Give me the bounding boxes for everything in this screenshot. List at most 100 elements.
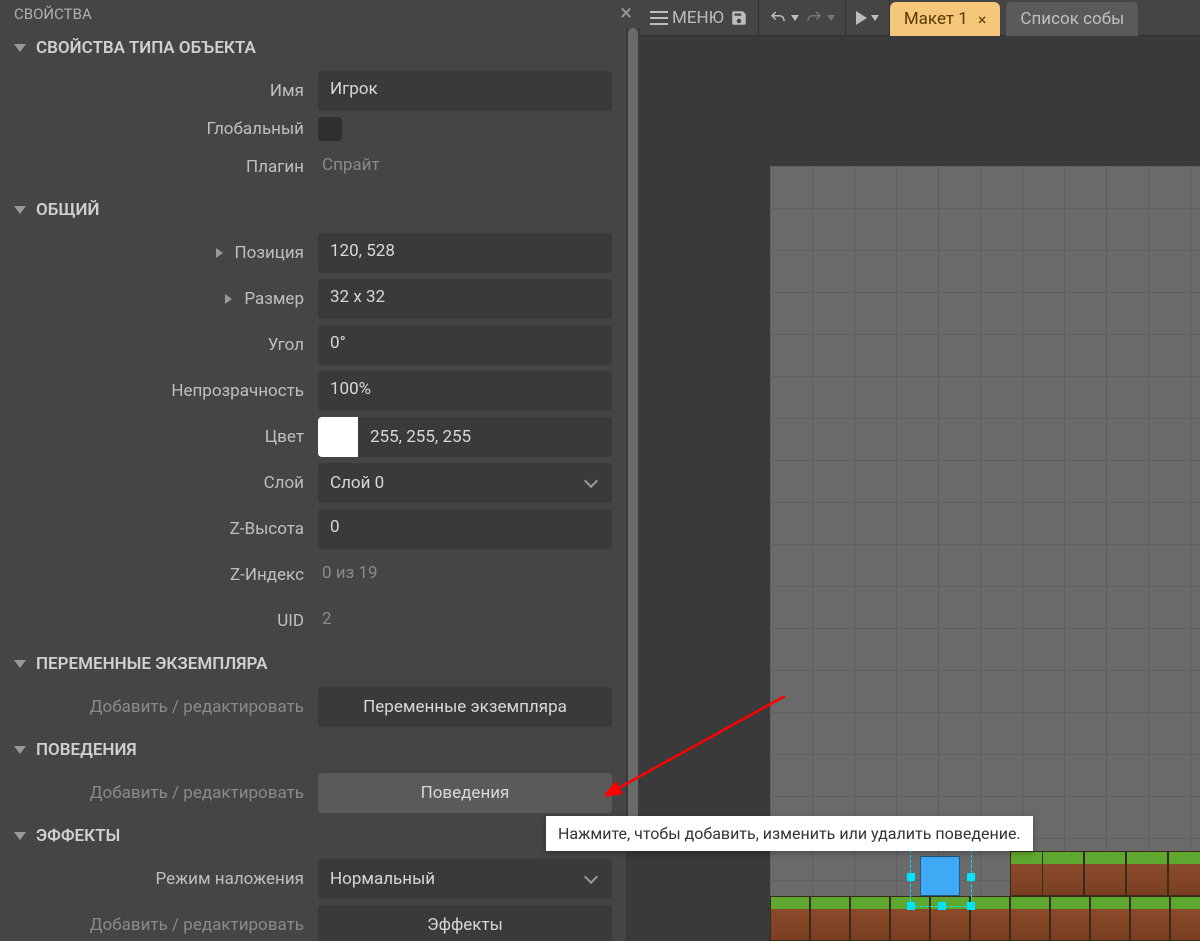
layout-canvas[interactable] (640, 36, 1200, 941)
resize-handle[interactable] (967, 873, 975, 881)
selection-box[interactable] (910, 845, 972, 907)
section-title: ПОВЕДЕНИЯ (36, 740, 137, 760)
panel-header: СВОЙСТВА × (0, 0, 640, 28)
label-layer: Слой (264, 473, 304, 493)
section-object-type[interactable]: СВОЙСТВА ТИПА ОБЪЕКТА (0, 28, 626, 68)
label-uid: UID (277, 611, 304, 631)
label-name: Имя (270, 81, 304, 101)
select-blend-value: Нормальный (330, 869, 435, 889)
chevron-down-icon (14, 44, 26, 52)
redo-icon (805, 9, 823, 27)
play-button[interactable] (856, 11, 879, 25)
input-name[interactable]: Игрок (318, 71, 612, 111)
section-behaviors[interactable]: ПОВЕДЕНИЯ (0, 730, 626, 770)
section-title: ПЕРЕМЕННЫЕ ЭКЗЕМПЛЯРА (36, 654, 267, 674)
label-addedit-vars: Добавить / редактировать (90, 697, 304, 717)
value-plugin: Спрайт (318, 147, 612, 187)
scrollbar-track[interactable] (626, 28, 640, 941)
hamburger-icon (650, 11, 668, 25)
tooltip-behaviors: Нажмите, чтобы добавить, изменить или уд… (546, 816, 1033, 851)
label-position: Позиция (235, 243, 305, 263)
color-value[interactable]: 255, 255, 255 (358, 417, 612, 457)
section-effects[interactable]: ЭФФЕКТЫ (0, 816, 626, 856)
chevron-down-icon (14, 746, 26, 754)
panel-title: СВОЙСТВА (14, 5, 92, 23)
ground-tiles[interactable] (770, 896, 1200, 941)
label-plugin: Плагин (246, 157, 304, 177)
tab-event-sheet[interactable]: Список собы (1006, 2, 1138, 36)
label-size: Размер (244, 289, 304, 309)
section-title: СВОЙСТВА ТИПА ОБЪЕКТА (36, 38, 256, 58)
tile[interactable] (1050, 896, 1090, 941)
label-global: Глобальный (206, 119, 304, 139)
redo-button[interactable] (805, 9, 835, 27)
properties-panel: СВОЙСТВА × СВОЙСТВА ТИПА ОБЪЕКТА Имя Игр… (0, 0, 640, 941)
tile[interactable] (1084, 851, 1126, 896)
label-zelevation: Z-Высота (230, 519, 304, 539)
chevron-right-icon[interactable] (216, 248, 223, 258)
tile[interactable] (810, 896, 850, 941)
section-title: ЭФФЕКТЫ (36, 826, 120, 846)
tile[interactable] (1090, 896, 1130, 941)
button-behaviors[interactable]: Поведения (318, 773, 612, 813)
tab-layout-1[interactable]: Макет 1 × (890, 2, 1001, 36)
label-color: Цвет (265, 427, 304, 447)
tile[interactable] (970, 896, 1010, 941)
menu-label: МЕНЮ (672, 8, 724, 28)
play-icon (856, 11, 867, 25)
tile[interactable] (1170, 896, 1200, 941)
close-icon[interactable]: × (978, 10, 987, 29)
tile[interactable] (1042, 851, 1084, 896)
save-button[interactable] (730, 9, 748, 27)
tile[interactable] (770, 896, 810, 941)
editor-area: МЕНЮ (640, 0, 1200, 941)
chevron-down-icon (871, 15, 879, 21)
select-blend[interactable]: Нормальный (318, 859, 612, 899)
chevron-down-icon (14, 660, 26, 668)
button-effects[interactable]: Эффекты (318, 905, 612, 941)
label-opacity: Непрозрачность (171, 381, 304, 401)
label-angle: Угол (268, 335, 304, 355)
input-color[interactable]: 255, 255, 255 (318, 417, 612, 457)
chevron-down-icon (584, 870, 598, 884)
value-zindex: 0 из 19 (318, 555, 612, 595)
close-icon[interactable]: × (620, 3, 632, 25)
tile[interactable] (1126, 851, 1168, 896)
label-addedit-effects: Добавить / редактировать (90, 915, 304, 935)
input-position[interactable]: 120, 528 (318, 233, 612, 273)
tile[interactable] (1130, 896, 1170, 941)
label-zindex: Z-Индекс (230, 565, 304, 585)
chevron-right-icon[interactable] (225, 294, 232, 304)
color-swatch[interactable] (318, 417, 358, 457)
resize-handle[interactable] (907, 873, 915, 881)
chevron-down-icon (584, 474, 598, 488)
scrollbar-thumb[interactable] (628, 28, 638, 828)
tile[interactable] (850, 896, 890, 941)
checkbox-global[interactable] (318, 117, 342, 141)
input-angle[interactable]: 0° (318, 325, 612, 365)
input-zelevation[interactable]: 0 (318, 509, 612, 549)
menu-button[interactable]: МЕНЮ (650, 8, 724, 28)
chevron-down-icon (791, 15, 799, 21)
platform-tiles[interactable] (1042, 851, 1200, 896)
select-layer-value: Слой 0 (330, 473, 384, 493)
input-size[interactable]: 32 x 32 (318, 279, 612, 319)
label-addedit-behaviors: Добавить / редактировать (90, 783, 304, 803)
section-common[interactable]: ОБЩИЙ (0, 190, 626, 230)
label-blend: Режим наложения (155, 869, 304, 889)
chevron-down-icon (827, 15, 835, 21)
section-title: ОБЩИЙ (36, 200, 99, 220)
chevron-down-icon (14, 832, 26, 840)
undo-button[interactable] (769, 9, 799, 27)
resize-handle[interactable] (907, 902, 915, 910)
tile[interactable] (1168, 851, 1200, 896)
tab-label: Макет 1 (904, 9, 968, 29)
button-instance-vars[interactable]: Переменные экземпляра (318, 687, 612, 727)
select-layer[interactable]: Слой 0 (318, 463, 612, 503)
tile[interactable] (1010, 896, 1050, 941)
section-instance-vars[interactable]: ПЕРЕМЕННЫЕ ЭКЗЕМПЛЯРА (0, 644, 626, 684)
resize-handle[interactable] (938, 902, 946, 910)
resize-handle[interactable] (967, 902, 975, 910)
input-opacity[interactable]: 100% (318, 371, 612, 411)
top-toolbar: МЕНЮ (640, 0, 1200, 36)
